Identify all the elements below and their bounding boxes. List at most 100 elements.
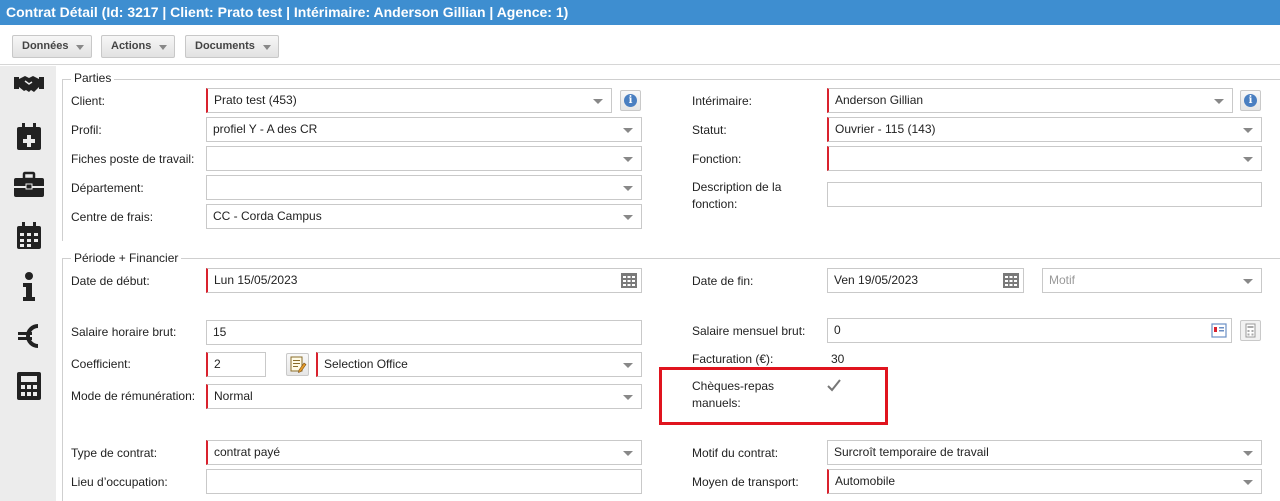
motif-contrat-value: Surcroît temporaire de travail: [834, 445, 989, 459]
motif-placeholder: Motif: [1049, 273, 1076, 287]
lieu-input[interactable]: [206, 469, 642, 494]
interimaire-label: Intérimaire:: [692, 94, 753, 108]
mode-select[interactable]: Normal: [206, 384, 642, 409]
description-label-line2: fonction:: [692, 197, 738, 211]
documents-menu-button[interactable]: Documents: [185, 35, 279, 58]
salaire-horaire-label: Salaire horaire brut:: [71, 325, 177, 339]
salaire-mensuel-value: 0: [834, 323, 841, 337]
handshake-icon[interactable]: [12, 68, 46, 102]
chevron-down-icon: [1243, 451, 1253, 456]
chevron-down-icon: [1243, 157, 1253, 162]
info-icon: i: [1244, 94, 1257, 107]
euro-icon[interactable]: [12, 319, 46, 353]
coefficient-office-value: Selection Office: [324, 357, 408, 371]
actions-label: Actions: [111, 40, 152, 52]
type-contrat-select[interactable]: contrat payé: [206, 440, 642, 465]
mode-value: Normal: [214, 389, 253, 403]
fiches-label: Fiches poste de travail:: [71, 152, 195, 166]
coefficient-input[interactable]: 2: [206, 352, 266, 377]
chevron-down-icon: [1243, 480, 1253, 485]
documents-label: Documents: [195, 40, 255, 52]
description-input[interactable]: [827, 182, 1262, 207]
coefficient-office-select[interactable]: Selection Office: [316, 352, 642, 377]
chevron-down-icon: [159, 45, 167, 50]
statut-value: Ouvrier - 115 (143): [835, 122, 936, 136]
transport-select[interactable]: Automobile: [827, 469, 1262, 494]
id-card-icon[interactable]: [1211, 323, 1227, 338]
description-label-line1: Description de la: [692, 180, 782, 194]
client-label: Client:: [71, 94, 106, 108]
fonction-select[interactable]: [827, 146, 1262, 171]
salaire-horaire-input[interactable]: 15: [206, 320, 642, 345]
fiches-select[interactable]: [206, 146, 642, 171]
chevron-down-icon: [623, 363, 633, 368]
chevron-down-icon: [76, 45, 84, 50]
date-debut-value: Lun 15/05/2023: [214, 273, 298, 287]
facturation-value: 30: [831, 352, 845, 366]
chevron-down-icon: [1214, 99, 1224, 104]
chevron-down-icon: [1243, 279, 1253, 284]
transport-label: Moyen de transport:: [692, 475, 799, 489]
coefficient-edit-button[interactable]: [286, 353, 309, 376]
client-value: Prato test (453): [214, 93, 297, 107]
chevron-down-icon: [623, 395, 633, 400]
chevron-down-icon: [263, 45, 271, 50]
chevron-down-icon: [593, 99, 603, 104]
toolbar: Données Actions Documents: [0, 25, 1280, 65]
salaire-calculator-button[interactable]: [1240, 320, 1261, 341]
coefficient-value: 2: [214, 357, 221, 371]
centre-select[interactable]: CC - Corda Campus: [206, 204, 642, 229]
centre-value: CC - Corda Campus: [213, 209, 322, 223]
date-fin-label: Date de fin:: [692, 274, 754, 288]
edit-note-icon: [290, 356, 307, 373]
motif-contrat-label: Motif du contrat:: [692, 446, 779, 460]
chevron-down-icon: [623, 215, 633, 220]
chevron-down-icon: [623, 128, 633, 133]
calendar-icon[interactable]: [621, 273, 637, 288]
calculator-icon[interactable]: [12, 369, 46, 403]
interimaire-value: Anderson Gillian: [835, 93, 924, 107]
motif-contrat-select[interactable]: Surcroît temporaire de travail: [827, 440, 1262, 465]
interimaire-select[interactable]: Anderson Gillian: [827, 88, 1233, 113]
profil-select[interactable]: profiel Y - A des CR: [206, 117, 642, 142]
facturation-label: Facturation (€):: [692, 352, 774, 366]
type-contrat-label: Type de contrat:: [71, 446, 158, 460]
statut-label: Statut:: [692, 123, 727, 137]
date-debut-label: Date de début:: [71, 274, 150, 288]
chevron-down-icon: [1243, 128, 1253, 133]
profil-label: Profil:: [71, 123, 102, 137]
info-icon[interactable]: [12, 270, 46, 304]
window-title: Contrat Détail (Id: 3217 | Client: Prato…: [0, 0, 1280, 25]
departement-select[interactable]: [206, 175, 642, 200]
centre-label: Centre de frais:: [71, 210, 154, 224]
motif-select[interactable]: Motif: [1042, 268, 1262, 293]
sidebar: [0, 66, 56, 501]
briefcase-icon[interactable]: [12, 168, 46, 202]
date-fin-input[interactable]: Ven 19/05/2023: [827, 268, 1024, 293]
transport-value: Automobile: [835, 474, 896, 488]
calendar-icon[interactable]: [1003, 273, 1019, 288]
interimaire-info-button[interactable]: i: [1240, 90, 1261, 111]
chevron-down-icon: [623, 186, 633, 191]
departement-label: Département:: [71, 181, 144, 195]
date-debut-input[interactable]: Lun 15/05/2023: [206, 268, 642, 293]
highlight-box: [659, 367, 888, 425]
parties-legend: Parties: [71, 71, 115, 85]
periode-legend: Période + Financier: [71, 251, 182, 265]
client-info-button[interactable]: i: [620, 90, 641, 111]
chevron-down-icon: [623, 157, 633, 162]
lieu-label: Lieu d’occupation:: [71, 475, 168, 489]
salaire-mensuel-input[interactable]: 0: [827, 318, 1232, 343]
type-contrat-value: contrat payé: [214, 445, 281, 459]
client-select[interactable]: Prato test (453): [206, 88, 612, 113]
calendar-icon[interactable]: [12, 219, 46, 253]
donnees-menu-button[interactable]: Données: [12, 35, 92, 58]
calendar-plus-icon[interactable]: [12, 120, 46, 154]
actions-menu-button[interactable]: Actions: [101, 35, 175, 58]
calculator-icon: [1245, 323, 1256, 338]
coefficient-label: Coefficient:: [71, 357, 131, 371]
donnees-label: Données: [22, 40, 69, 52]
salaire-mensuel-label: Salaire mensuel brut:: [692, 324, 806, 338]
statut-select[interactable]: Ouvrier - 115 (143): [827, 117, 1262, 142]
chevron-down-icon: [623, 451, 633, 456]
